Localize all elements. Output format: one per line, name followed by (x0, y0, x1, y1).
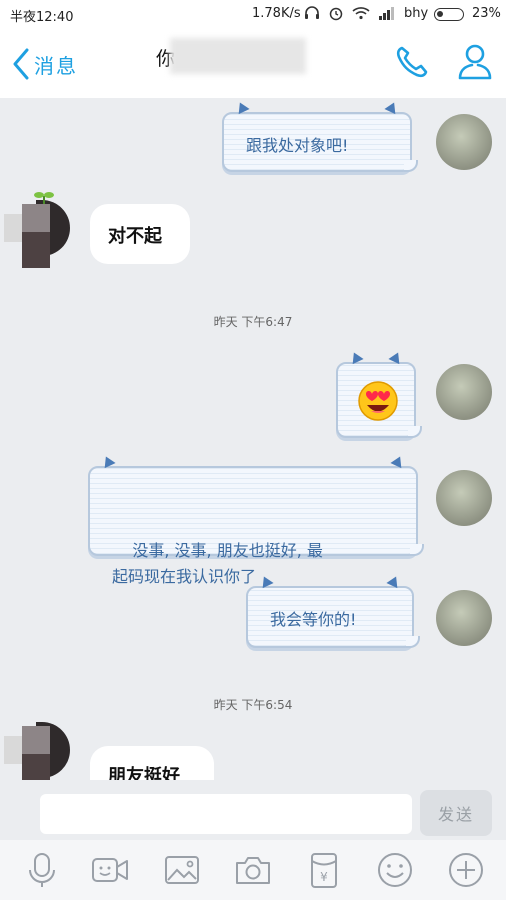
message-text: 对不起 (108, 226, 162, 247)
wifi-icon (352, 7, 370, 20)
bubble-tail (404, 160, 418, 172)
contact-avatar[interactable] (0, 186, 70, 276)
camera-icon (236, 857, 270, 884)
status-icons (304, 5, 396, 21)
message-bubble-outgoing[interactable]: 没事, 没事, 朋友也挺好, 最 起码现在我认识你了 (88, 453, 424, 586)
my-avatar[interactable] (436, 364, 492, 420)
network-speed: 1.78K/s (252, 6, 301, 21)
timestamp: 昨天 下午6:47 (213, 315, 293, 329)
message-bubble-outgoing[interactable] (336, 349, 422, 438)
message-bubble-incoming[interactable]: 朋友挺好 (90, 746, 214, 780)
call-button[interactable] (394, 44, 430, 80)
input-bar: 发送 (0, 780, 506, 840)
message-bubble-outgoing[interactable]: 我会等你的! (246, 573, 420, 648)
image-icon (165, 856, 199, 884)
phone-icon (396, 46, 428, 78)
my-avatar[interactable] (436, 470, 492, 526)
message-input[interactable] (40, 794, 412, 834)
bubble-ear (386, 573, 402, 589)
bubble-ear (390, 453, 406, 469)
photo-button[interactable] (162, 850, 202, 890)
red-packet-button[interactable]: ¥ (304, 850, 344, 890)
video-icon (92, 858, 128, 882)
avatar-pixel (22, 232, 50, 268)
camera-button[interactable] (233, 850, 273, 890)
message-text: 我会等你的! (270, 610, 357, 629)
my-avatar[interactable] (436, 590, 492, 646)
battery-icon (434, 8, 464, 21)
send-button[interactable]: 发送 (420, 790, 492, 836)
microphone-icon (29, 853, 55, 887)
timestamp: 昨天 下午6:54 (213, 698, 293, 712)
emoji-button[interactable] (375, 850, 415, 890)
back-button[interactable]: 消息 (12, 48, 78, 80)
avatar-pixel (22, 726, 50, 754)
voice-button[interactable] (22, 850, 62, 890)
bubble-ear (388, 349, 404, 365)
bubble-tail (408, 426, 422, 438)
bubble-ear (258, 573, 274, 589)
chat-header: 消息 你 事.~ (0, 28, 506, 98)
signal-icon (379, 7, 394, 20)
bubble-tail (410, 544, 424, 556)
svg-text:¥: ¥ (320, 870, 328, 884)
my-avatar[interactable] (436, 114, 492, 170)
battery-percent: 23% (472, 6, 501, 21)
video-call-button[interactable] (90, 850, 130, 890)
message-text: 跟我处对象吧! (246, 136, 349, 155)
bubble-ear (348, 349, 364, 365)
sprout-icon (34, 192, 54, 204)
alarm-icon (329, 7, 343, 21)
headphone-icon (305, 6, 319, 19)
bubble-ear (100, 453, 116, 469)
message-text: 没事, 没事, 朋友也挺好, 最 起码现在我认识你了 (112, 541, 323, 586)
avatar-pixel (22, 204, 50, 232)
back-label: 消息 (34, 53, 78, 78)
more-button[interactable] (446, 850, 486, 890)
bubble-ear (234, 99, 250, 115)
bubble-ear (384, 99, 400, 115)
heart-eyes-emoji-icon (358, 381, 398, 421)
message-text: 朋友挺好 (108, 766, 180, 780)
status-bar: 半夜12:40 1.78K/s bhy 23% (0, 0, 506, 28)
chevron-left-icon (13, 48, 29, 80)
plus-icon (449, 853, 483, 887)
blurred-name (170, 38, 306, 74)
message-bubble-incoming[interactable]: 对不起 (90, 204, 190, 264)
input-toolbar: ¥ (0, 840, 506, 900)
avatar-pixel (22, 754, 50, 780)
emoji-icon (378, 853, 412, 887)
profile-button[interactable] (456, 42, 494, 82)
red-packet-icon: ¥ (311, 853, 337, 888)
person-icon (458, 44, 492, 80)
carrier-name: bhy (404, 6, 429, 21)
bubble-tail (406, 636, 420, 648)
status-time: 半夜12:40 (10, 10, 74, 25)
message-bubble-outgoing[interactable]: 跟我处对象吧! (222, 99, 418, 172)
contact-avatar[interactable] (0, 708, 70, 780)
